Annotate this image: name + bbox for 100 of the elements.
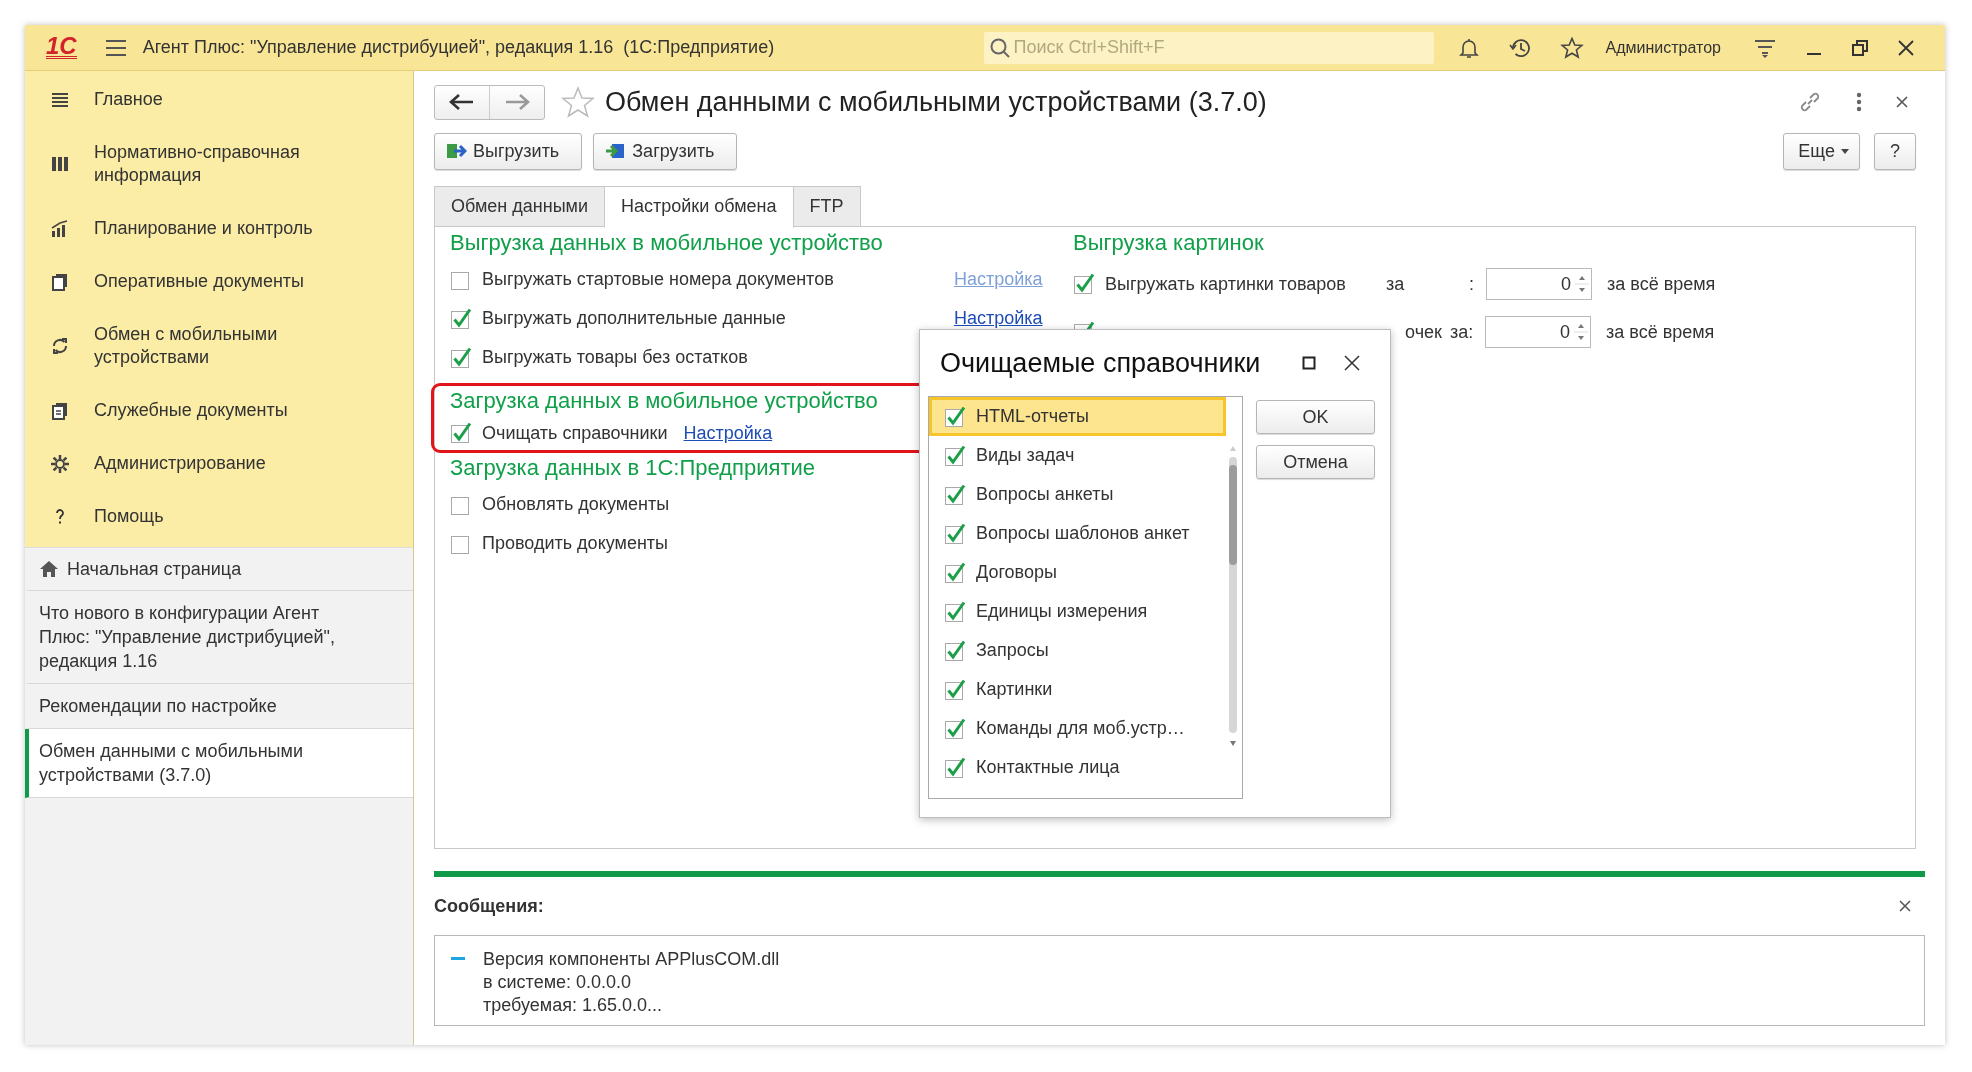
star-icon[interactable] bbox=[1559, 36, 1584, 59]
close-icon[interactable] bbox=[1897, 38, 1915, 57]
field-label: за bbox=[1386, 273, 1405, 295]
menu-icon[interactable] bbox=[104, 38, 127, 57]
toolbar-button[interactable]: Загрузить bbox=[593, 132, 738, 170]
list-item-label: Вопросы анкеты bbox=[976, 484, 1114, 505]
sidebar-item-label: Обмен с мобильными устройствами bbox=[94, 323, 279, 369]
list-item[interactable]: Вопросы анкеты bbox=[929, 475, 1226, 514]
settings-link[interactable]: Настройка bbox=[954, 308, 1043, 329]
list-item[interactable]: HTML-отчеты bbox=[929, 397, 1226, 436]
dash-icon bbox=[451, 957, 465, 961]
history-item[interactable]: Обмен данными с мобильными устройствами (3.7.0) bbox=[25, 729, 413, 798]
tab[interactable]: FTP bbox=[792, 186, 861, 227]
sidebar-item-label: Оперативные документы bbox=[94, 270, 306, 293]
checkbox-label: Выгружать стартовые номера документов bbox=[482, 269, 835, 290]
more-button[interactable]: Еще bbox=[1783, 132, 1860, 170]
gear-icon bbox=[50, 453, 70, 474]
app-logo: 1С bbox=[46, 36, 77, 59]
window-title: Агент Плюс: "Управление дистрибуцией", редакция 1.16 (1С:Предприятие) bbox=[142, 37, 775, 58]
dialog-button[interactable]: OK bbox=[1256, 400, 1375, 434]
list-item-label: Договоры bbox=[976, 562, 1057, 583]
field-label: : bbox=[1469, 273, 1474, 295]
close-icon[interactable] bbox=[1895, 95, 1909, 109]
checkbox[interactable] bbox=[944, 639, 966, 662]
sidebar-item[interactable]: Главное bbox=[25, 73, 413, 126]
toolbar-button[interactable]: Выгрузить bbox=[434, 132, 583, 170]
restore-icon[interactable] bbox=[1851, 38, 1869, 57]
close-icon[interactable] bbox=[1899, 900, 1911, 912]
checkbox[interactable] bbox=[944, 717, 966, 740]
checkbox-label: Обновлять документы bbox=[482, 494, 671, 515]
sidebar-item[interactable]: Помощь bbox=[25, 490, 413, 543]
history-item-label: Начальная страница bbox=[67, 558, 242, 581]
sidebar-item[interactable]: Планирование и контроль bbox=[25, 202, 413, 255]
sidebar-item[interactable]: Администрирование bbox=[25, 437, 413, 490]
list-item[interactable]: Запросы bbox=[929, 631, 1226, 670]
documents-icon bbox=[50, 400, 70, 421]
list-item[interactable]: Контактные лица bbox=[929, 748, 1226, 787]
form-title: Обмен данными с мобильными устройствами (3.7.0) bbox=[605, 86, 1267, 118]
checkbox[interactable] bbox=[450, 346, 472, 369]
sidebar-item[interactable]: Служебные документы bbox=[25, 384, 413, 437]
maximize-icon[interactable] bbox=[1302, 356, 1316, 370]
dialog-title: Очищаемые справочники bbox=[940, 347, 1262, 379]
checkbox[interactable] bbox=[944, 678, 966, 701]
sidebar-item-label: Главное bbox=[94, 88, 164, 111]
sidebar-item[interactable]: Нормативно-справочная информация bbox=[25, 126, 413, 202]
bar-chart-icon bbox=[50, 218, 70, 239]
favorite-star-icon[interactable] bbox=[561, 86, 595, 118]
settings-link[interactable]: Настройка bbox=[683, 422, 773, 444]
group-heading: Загрузка данных в 1С:Предприятие bbox=[450, 455, 815, 481]
refresh-icon bbox=[50, 336, 70, 356]
checkbox-label: очек bbox=[1405, 321, 1442, 343]
search-field[interactable]: Поиск Ctrl+Shift+F bbox=[983, 31, 1434, 64]
more-icon[interactable] bbox=[1855, 91, 1863, 113]
list-item-label: Контактные лица bbox=[976, 757, 1120, 778]
checkbox[interactable] bbox=[1073, 273, 1095, 295]
list-item[interactable]: Картинки bbox=[929, 670, 1226, 709]
documents-icon bbox=[50, 271, 70, 292]
user-name[interactable]: Администратор bbox=[1605, 38, 1721, 57]
period-label: за всё время bbox=[1606, 321, 1715, 343]
search-icon bbox=[989, 37, 1010, 58]
sidebar-item-label: Нормативно-справочная информация bbox=[94, 141, 301, 187]
sidebar-item[interactable]: Оперативные документы bbox=[25, 255, 413, 308]
sidebar-item[interactable]: Обмен с мобильными устройствами bbox=[25, 308, 413, 384]
sidebar-item-label: Помощь bbox=[94, 505, 165, 528]
bell-icon[interactable] bbox=[1457, 36, 1480, 59]
list-item-label: Команды для моб.устр… bbox=[976, 718, 1185, 739]
close-icon[interactable] bbox=[1344, 355, 1360, 371]
tab[interactable]: Настройки обмена bbox=[604, 186, 794, 228]
history-icon[interactable] bbox=[1507, 36, 1532, 59]
number-field[interactable]: 0 bbox=[1485, 316, 1591, 348]
checkbox[interactable] bbox=[944, 561, 966, 584]
checkbox[interactable] bbox=[450, 307, 472, 330]
list-item[interactable]: Команды для моб.устр… bbox=[929, 709, 1226, 748]
help-button[interactable]: ? bbox=[1874, 132, 1916, 170]
checkbox[interactable] bbox=[944, 522, 966, 545]
checkbox[interactable] bbox=[944, 405, 966, 428]
tab[interactable]: Обмен данными bbox=[434, 186, 605, 227]
list-item[interactable]: Виды задач bbox=[929, 436, 1226, 475]
checkbox[interactable] bbox=[944, 483, 966, 506]
home-icon bbox=[39, 560, 59, 578]
checkbox[interactable] bbox=[450, 422, 472, 444]
history-item[interactable]: Что нового в конфигурации Агент Плюс: "Управление дистрибуцией", редакция 1.16 bbox=[25, 591, 413, 684]
list-item[interactable]: Договоры bbox=[929, 553, 1226, 592]
sidebar-item-label: Администрирование bbox=[94, 452, 267, 475]
message-text: Версия компоненты APPlusCOM.dll в системе: 0.0.0.0 требуемая: 1.65.0.0... bbox=[483, 948, 780, 1017]
list-item[interactable]: Единицы измерения bbox=[929, 592, 1226, 631]
dialog-button[interactable]: Отмена bbox=[1256, 445, 1375, 479]
checkbox[interactable] bbox=[944, 756, 966, 779]
list-item-label: HTML-отчеты bbox=[976, 406, 1089, 427]
number-field[interactable]: 0 bbox=[1486, 268, 1592, 300]
list-item[interactable]: Вопросы шаблонов анкет bbox=[929, 514, 1226, 553]
history-item[interactable]: Начальная страница bbox=[25, 548, 413, 591]
messages-title: Сообщения: bbox=[434, 895, 544, 917]
checkbox-label: Выгружать дополнительные данные bbox=[482, 308, 787, 329]
group-heading: Выгрузка данных в мобильное устройство bbox=[450, 230, 883, 256]
group-heading: Загрузка данных в мобильное устройство bbox=[450, 388, 878, 414]
checkbox[interactable] bbox=[944, 444, 966, 467]
caret-icon bbox=[1841, 148, 1849, 154]
checkbox[interactable] bbox=[944, 600, 966, 623]
list-item-label: Запросы bbox=[976, 640, 1049, 661]
